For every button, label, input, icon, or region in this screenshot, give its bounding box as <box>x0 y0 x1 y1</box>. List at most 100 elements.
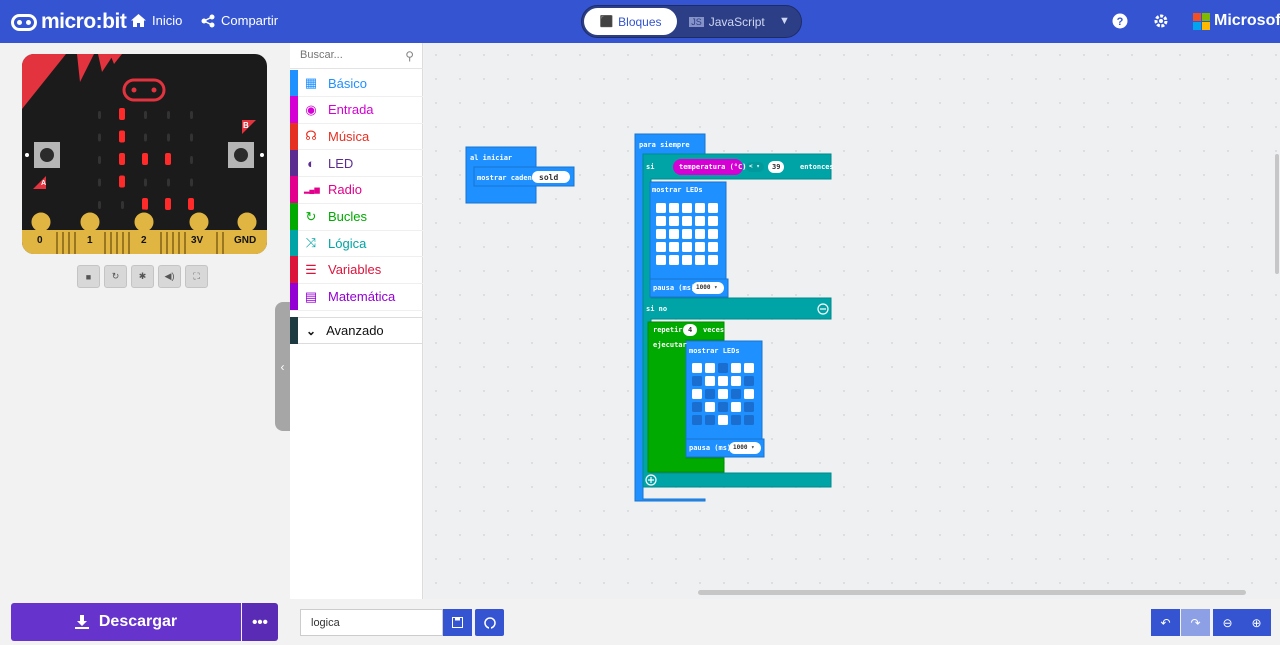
led-cell[interactable] <box>708 229 718 239</box>
led-cell[interactable] <box>718 402 728 412</box>
led-cell[interactable] <box>744 415 754 425</box>
fullscreen-button[interactable]: ⛶ <box>185 265 208 288</box>
zoom-in-button[interactable]: ⊕ <box>1242 609 1271 636</box>
led-cell[interactable] <box>692 402 702 412</box>
comparison-operator[interactable]: < ▾ <box>749 163 760 170</box>
led-cell[interactable] <box>669 203 679 213</box>
collapse-simulator-button[interactable]: ‹ <box>275 302 290 431</box>
horizontal-scrollbar[interactable] <box>698 590 1246 595</box>
category-item[interactable]: ◉ Entrada <box>290 96 423 124</box>
button-a[interactable]: A <box>41 180 46 187</box>
pin-label-2[interactable]: 2 <box>141 235 147 246</box>
zoom-out-button[interactable]: ⊖ <box>1213 609 1242 636</box>
pause-value-2[interactable]: 1000 ▾ <box>733 444 755 451</box>
led-cell[interactable] <box>731 402 741 412</box>
led-cell[interactable] <box>682 255 692 265</box>
threshold-value[interactable]: 39 <box>772 163 780 171</box>
led-cell[interactable] <box>669 216 679 226</box>
led-cell[interactable] <box>718 376 728 386</box>
microbit-logo[interactable]: micro:bit <box>11 10 127 34</box>
search-icon[interactable]: ⚲ <box>405 49 414 63</box>
debug-button[interactable]: ✱ <box>131 265 154 288</box>
led-cell[interactable] <box>695 216 705 226</box>
led-cell[interactable] <box>705 402 715 412</box>
pause-value[interactable]: 1000 ▾ <box>696 284 718 291</box>
search-input[interactable] <box>290 43 395 67</box>
led-cell[interactable] <box>695 203 705 213</box>
category-advanced[interactable]: ⌄ Avanzado <box>290 317 423 344</box>
pin-label-0[interactable]: 0 <box>37 235 43 246</box>
category-item[interactable]: ⤨ Lógica <box>290 229 423 258</box>
led-cell[interactable] <box>682 203 692 213</box>
category-item[interactable]: ↻ Bucles <box>290 203 423 231</box>
undo-button[interactable]: ↶ <box>1151 609 1180 636</box>
led-cell[interactable] <box>692 415 702 425</box>
download-more-button[interactable]: ••• <box>242 603 278 641</box>
led-cell[interactable] <box>656 203 666 213</box>
temperature-reporter[interactable]: temperatura (°C) <box>679 163 746 171</box>
category-item[interactable]: ▤ Matemática <box>290 283 423 311</box>
blocks-workspace[interactable]: al iniciar mostrar cadena sold para siem… <box>424 43 1280 599</box>
button-b[interactable]: B <box>243 121 249 130</box>
category-item[interactable]: ◐ LED <box>290 149 423 178</box>
led-cell[interactable] <box>744 363 754 373</box>
led-cell[interactable] <box>718 363 728 373</box>
led-cell[interactable] <box>695 255 705 265</box>
led-cell[interactable] <box>705 376 715 386</box>
led-cell[interactable] <box>718 415 728 425</box>
led-cell[interactable] <box>708 255 718 265</box>
led-cell[interactable] <box>695 242 705 252</box>
led-cell[interactable] <box>669 242 679 252</box>
javascript-mode-button[interactable]: JS JavaScript <box>682 8 772 35</box>
help-button[interactable]: ? <box>1111 12 1129 30</box>
led-cell[interactable] <box>692 389 702 399</box>
led-cell[interactable] <box>682 242 692 252</box>
led-cell[interactable] <box>708 216 718 226</box>
led-cell[interactable] <box>656 255 666 265</box>
led-cell[interactable] <box>731 376 741 386</box>
led-cell[interactable] <box>656 229 666 239</box>
category-item[interactable]: ▂▄▆ Radio <box>290 176 423 204</box>
led-cell[interactable] <box>708 203 718 213</box>
led-cell[interactable] <box>731 415 741 425</box>
led-cell[interactable] <box>705 389 715 399</box>
github-button[interactable] <box>475 609 504 636</box>
settings-button[interactable] <box>1152 12 1170 30</box>
show-leds-block[interactable] <box>649 181 729 298</box>
category-item[interactable]: ☰ Variables <box>290 256 423 284</box>
led-cell[interactable] <box>682 216 692 226</box>
led-cell[interactable] <box>682 229 692 239</box>
mute-button[interactable]: ◀) <box>158 265 181 288</box>
vertical-scrollbar[interactable] <box>1275 154 1279 274</box>
led-cell[interactable] <box>718 389 728 399</box>
led-cell[interactable] <box>744 389 754 399</box>
led-cell[interactable] <box>705 415 715 425</box>
stop-button[interactable]: ■ <box>77 265 100 288</box>
home-button[interactable]: Inicio <box>131 13 182 28</box>
repeat-count[interactable]: 4 <box>688 326 692 334</box>
category-item[interactable]: ☊ Música <box>290 122 423 151</box>
led-cell[interactable] <box>692 363 702 373</box>
led-cell[interactable] <box>695 229 705 239</box>
share-button[interactable]: Compartir <box>201 13 278 28</box>
led-cell[interactable] <box>705 363 715 373</box>
led-cell[interactable] <box>669 229 679 239</box>
chevron-down-icon[interactable]: ▼ <box>779 15 791 27</box>
project-name-input[interactable] <box>300 609 443 636</box>
download-button[interactable]: Descargar <box>11 603 241 641</box>
show-leds-block-2[interactable] <box>685 340 765 458</box>
led-cell[interactable] <box>656 216 666 226</box>
string-value[interactable]: sold <box>539 173 558 182</box>
led-cell[interactable] <box>731 389 741 399</box>
led-cell[interactable] <box>669 255 679 265</box>
save-button[interactable] <box>443 609 472 636</box>
led-cell[interactable] <box>656 242 666 252</box>
blocks-mode-button[interactable]: ⬛ Bloques <box>584 8 677 35</box>
led-cell[interactable] <box>731 363 741 373</box>
led-cell[interactable] <box>708 242 718 252</box>
microsoft-logo[interactable]: Microsoft <box>1193 12 1280 30</box>
category-item[interactable]: ▦ Básico <box>290 69 423 97</box>
led-cell[interactable] <box>692 376 702 386</box>
led-cell[interactable] <box>744 376 754 386</box>
led-cell[interactable] <box>744 402 754 412</box>
